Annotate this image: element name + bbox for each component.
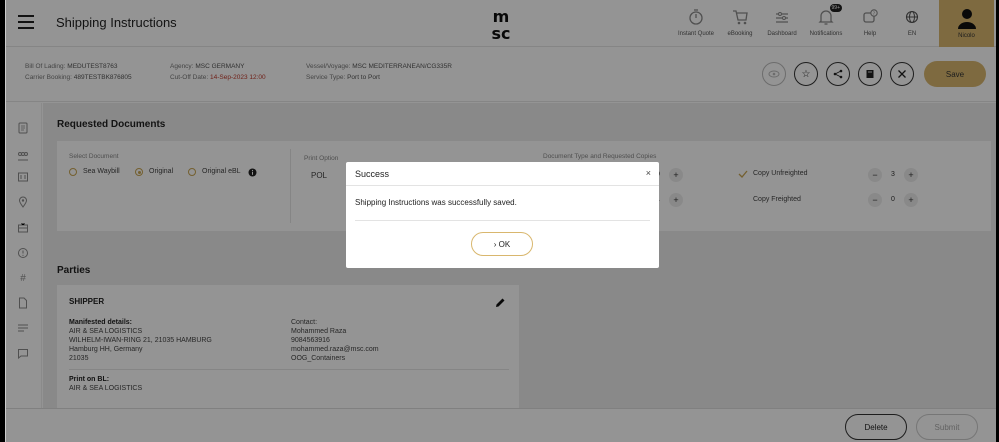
dialog-message: Shipping Instructions was successfully s… bbox=[355, 198, 517, 207]
app-window: Shipping Instructions m sc Instant Quote… bbox=[5, 0, 996, 442]
dialog-close-icon[interactable]: × bbox=[646, 168, 651, 178]
dialog-title: Success bbox=[355, 169, 390, 179]
success-dialog: Success × Shipping Instructions was succ… bbox=[346, 162, 659, 268]
ok-button[interactable]: › OK bbox=[471, 232, 533, 256]
